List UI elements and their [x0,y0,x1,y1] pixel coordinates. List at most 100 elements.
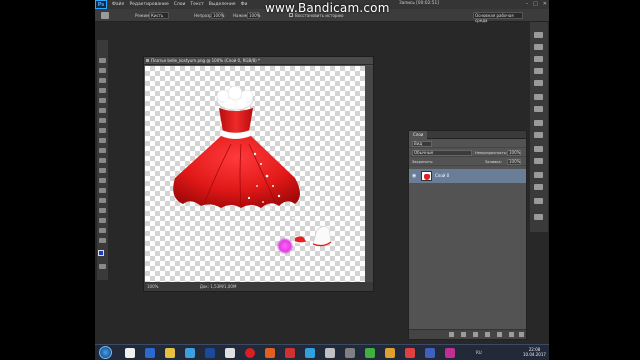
blend-mode-select[interactable]: Обычные [412,150,472,156]
dodge-tool-icon[interactable] [99,188,106,193]
paths-panel-icon[interactable] [534,184,543,190]
pen-tool-icon[interactable] [99,198,106,203]
opacity-input[interactable]: 100% [211,12,224,19]
photoshop-task-icon[interactable] [205,348,215,358]
lasso-tool-icon[interactable] [99,78,106,83]
eye-icon[interactable]: ◉ [412,173,416,179]
info-panel-icon[interactable] [534,132,543,138]
history-brush-icon[interactable] [99,148,106,153]
history-panel-icon[interactable] [534,32,543,38]
eyedropper-tool-icon[interactable] [99,108,106,113]
fill-label: Заливка: [485,160,502,164]
fill-input[interactable]: 100% [507,159,521,165]
layer-kind-filter[interactable]: Вид [412,141,432,147]
color-panel-icon[interactable] [534,44,543,50]
menu-edit[interactable]: Редактирование [129,2,168,7]
layers-panel-icon[interactable] [534,214,543,220]
document-close-icon[interactable] [146,59,149,62]
taskbar: RU 22:08 10.04.2017 [95,344,549,360]
bandicam-icon[interactable] [285,348,295,358]
healing-tool-icon[interactable] [99,118,106,123]
layer-row[interactable]: ◉ Слой 0 [409,169,526,183]
bandicam-watermark: www.Bandicam.com [265,1,390,15]
app-icon-4[interactable] [385,348,395,358]
app-icon-2[interactable] [345,348,355,358]
minimize-icon[interactable]: – [526,1,529,7]
close-icon[interactable]: ✕ [543,1,547,7]
quick-mask-icon[interactable] [99,264,106,269]
trash-icon[interactable] [519,332,524,337]
brushes-panel-icon[interactable] [534,94,543,100]
link-icon[interactable] [449,332,454,337]
app-icon-6[interactable] [425,348,435,358]
styles-panel-icon[interactable] [534,80,543,86]
blur-tool-icon[interactable] [99,178,106,183]
mask-icon[interactable] [473,332,478,337]
eraser-tool-icon[interactable] [99,158,106,163]
browser-icon[interactable] [145,348,155,358]
start-button[interactable] [99,346,112,359]
language-indicator[interactable]: RU [476,350,482,355]
properties-panel-icon[interactable] [534,120,543,126]
brush-tool-icon[interactable] [99,128,106,133]
menu-file[interactable]: Файл [112,2,124,7]
move-tool-icon[interactable] [99,58,106,63]
marquee-tool-icon[interactable] [99,68,106,73]
gradient-tool-icon[interactable] [99,168,106,173]
workspace-select[interactable]: Основная рабочая среда [473,12,523,23]
adjustment-layer-icon[interactable] [485,332,490,337]
maximize-icon[interactable]: □ [533,1,538,7]
character-panel-icon[interactable] [534,158,543,164]
zoom-level[interactable]: 100% [147,284,158,289]
folder-icon[interactable] [497,332,502,337]
layer-opacity-input[interactable]: 100% [507,150,521,156]
new-layer-icon[interactable] [509,332,514,337]
quick-select-tool-icon[interactable] [99,88,106,93]
firefox-icon[interactable] [265,348,275,358]
stamp-tool-icon[interactable] [99,138,106,143]
mode-select[interactable]: Кисть [149,12,169,19]
vertical-scrollbar[interactable] [365,66,373,283]
window-controls: – □ ✕ [526,1,547,7]
photoshop-logo: Ps [95,0,107,9]
document-tab[interactable]: Платье belle_kostyum.png @ 100% (Слой 0,… [144,57,373,65]
adjustments-panel-icon[interactable] [534,68,543,74]
brush-tool-icon[interactable] [101,12,109,19]
swatches-panel-icon[interactable] [534,56,543,62]
app-icon-5[interactable] [405,348,415,358]
actions-panel-icon[interactable] [534,198,543,204]
menu-filter[interactable]: Фи [241,2,248,7]
explorer-icon[interactable] [165,348,175,358]
media-player-icon[interactable] [185,348,195,358]
clock[interactable]: 22:08 10.04.2017 [523,347,546,357]
crop-tool-icon[interactable] [99,98,106,103]
fx-icon[interactable] [461,332,466,337]
channels-panel-icon[interactable] [534,172,543,178]
foreground-color-swatch[interactable] [98,250,104,256]
clone-source-panel-icon[interactable] [534,106,543,112]
paragraph-panel-icon[interactable] [534,146,543,152]
hand-tool-icon[interactable] [99,238,106,243]
brush-stroke-mark [277,238,293,254]
app-icon-7[interactable] [445,348,455,358]
layer-name[interactable]: Слой 0 [435,173,449,178]
type-tool-icon[interactable] [99,208,106,213]
layer-opacity-label: Непрозрачность: [475,151,508,155]
shape-tool-icon[interactable] [99,228,106,233]
app-icon-3[interactable] [365,348,375,358]
blend-row: Обычные Непрозрачность: 100% [409,148,526,157]
lock-row: Закрепить: Заливка: 100% [409,157,526,166]
tab-layers[interactable]: Слои [409,131,428,139]
flow-input[interactable]: 100% [247,12,260,19]
opera-icon[interactable] [245,348,255,358]
shoe-left [294,236,308,244]
canvas[interactable] [145,66,366,283]
menu-select[interactable]: Выделение [209,2,236,7]
yandex-icon[interactable] [125,348,135,358]
menu-layers[interactable]: Слои [174,2,186,7]
path-select-tool-icon[interactable] [99,218,106,223]
menu-text[interactable]: Текст [190,2,203,7]
skype-icon[interactable] [305,348,315,358]
files-icon[interactable] [225,348,235,358]
app-icon[interactable] [325,348,335,358]
